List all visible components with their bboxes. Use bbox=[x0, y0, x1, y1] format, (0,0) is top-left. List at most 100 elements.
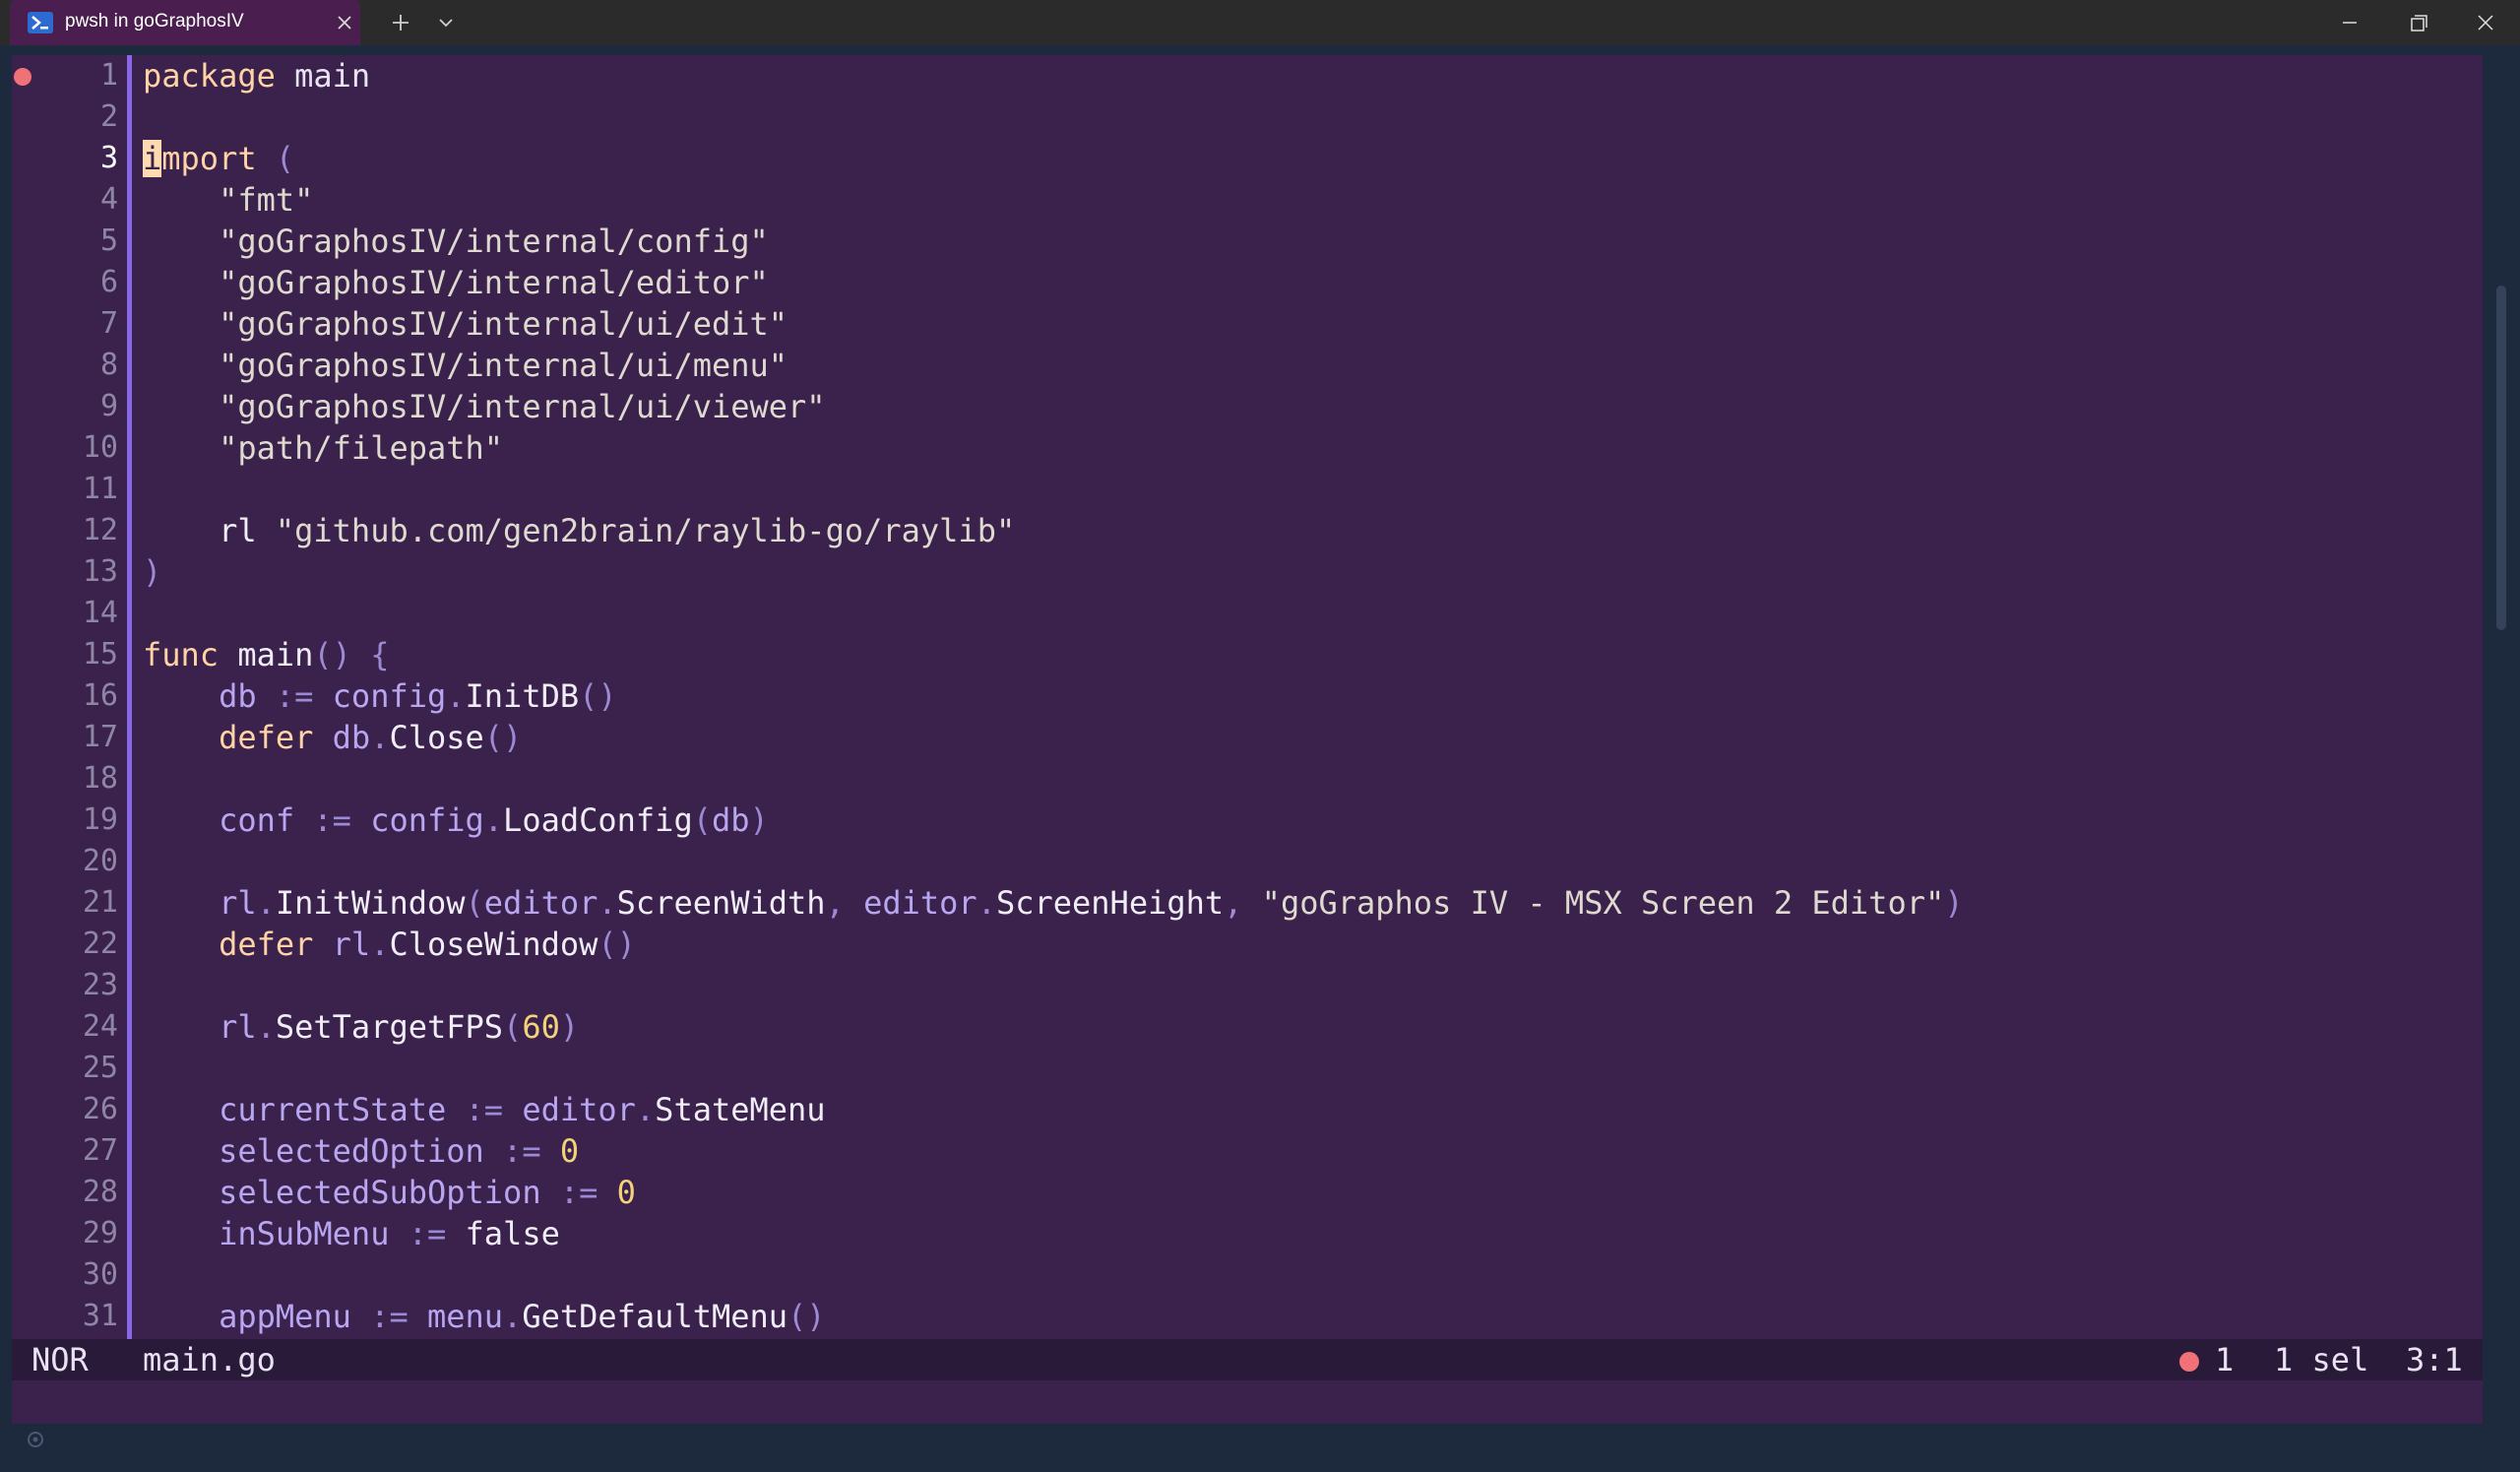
code-token: selectedSubOption bbox=[219, 1174, 541, 1211]
error-dot-icon bbox=[2179, 1352, 2199, 1372]
code-token: () bbox=[598, 926, 636, 963]
terminal-tab[interactable]: pwsh in goGraphosIV bbox=[10, 0, 360, 45]
code-token: db bbox=[219, 677, 257, 715]
code-token: ScreenHeight bbox=[995, 884, 1225, 922]
code-line: "goGraphosIV/internal/ui/edit" bbox=[143, 303, 2483, 345]
code-line: "goGraphosIV/internal/ui/viewer" bbox=[143, 386, 2483, 427]
terminal-pane[interactable]: 1 2 3 4 5 6 7 8 9 10 11 12 13 14 15 16 17 18 19 20 21 22 23 24 2… bbox=[12, 55, 2483, 1424]
code-token: func bbox=[143, 636, 220, 673]
code-token: SetTargetFPS bbox=[275, 1008, 504, 1046]
code-token: , bbox=[1224, 884, 1262, 922]
minimize-icon[interactable] bbox=[2315, 0, 2384, 45]
code-token: ( bbox=[692, 801, 712, 839]
line-number: 12 bbox=[82, 513, 118, 547]
line-number: 10 bbox=[82, 430, 118, 465]
code-token: LoadConfig bbox=[503, 801, 693, 839]
command-line[interactable] bbox=[12, 1380, 2483, 1424]
chevron-down-icon[interactable] bbox=[433, 10, 459, 35]
code-token: := bbox=[446, 1091, 523, 1128]
code-token: ) bbox=[749, 801, 769, 839]
code-token: 0 bbox=[559, 1132, 580, 1170]
code-token: config bbox=[332, 677, 447, 715]
code-token: ) bbox=[559, 1008, 580, 1046]
code-token: := bbox=[350, 1298, 427, 1335]
code-token: . bbox=[635, 1091, 656, 1128]
code-token: := bbox=[483, 1132, 560, 1170]
code-token: rl bbox=[219, 884, 257, 922]
code-token: false bbox=[465, 1215, 560, 1252]
close-tab-icon[interactable] bbox=[335, 13, 354, 32]
code-token: "goGraphosIV/internal/ui/viewer" bbox=[219, 388, 826, 425]
line-number: 4 bbox=[99, 182, 118, 217]
code-line: func main() { bbox=[143, 634, 2483, 675]
line-number: 13 bbox=[82, 554, 118, 589]
code-token: Close bbox=[389, 719, 484, 756]
code-token: defer bbox=[219, 926, 314, 963]
code-line: rl.SetTargetFPS(60) bbox=[143, 1006, 2483, 1048]
diagnostic-error-marker bbox=[14, 68, 32, 86]
code-line: "goGraphosIV/internal/editor" bbox=[143, 262, 2483, 303]
code-token: "goGraphosIV/internal/editor" bbox=[219, 264, 769, 301]
line-number: 31 bbox=[82, 1299, 118, 1333]
code-token: . bbox=[370, 719, 390, 756]
gutter-separator bbox=[127, 55, 132, 1339]
code-token: editor bbox=[522, 1091, 636, 1128]
restore-icon[interactable] bbox=[2384, 0, 2453, 45]
code-token: selectedOption bbox=[219, 1132, 484, 1170]
code-token: appMenu bbox=[219, 1298, 351, 1335]
code-line: defer rl.CloseWindow() bbox=[143, 924, 2483, 965]
code-token: "github.com/gen2brain/raylib-go/raylib" bbox=[275, 512, 1016, 549]
close-window-icon[interactable] bbox=[2451, 0, 2520, 45]
code-token: . bbox=[446, 677, 466, 715]
code-token: "path/filepath" bbox=[219, 429, 504, 467]
code-token: ( bbox=[275, 140, 295, 177]
code-token: StateMenu bbox=[655, 1091, 826, 1128]
code-token: . bbox=[503, 1298, 523, 1335]
selection-count: 1 sel bbox=[2274, 1341, 2369, 1378]
code-line: "path/filepath" bbox=[143, 427, 2483, 469]
code-token: currentState bbox=[219, 1091, 447, 1128]
code-token: ) bbox=[143, 553, 162, 591]
code-token: InitDB bbox=[465, 677, 580, 715]
gear-icon[interactable] bbox=[24, 1428, 47, 1451]
code-token: . bbox=[976, 884, 996, 922]
new-tab-icon[interactable] bbox=[388, 10, 413, 35]
line-number: 21 bbox=[82, 885, 118, 920]
line-number: 14 bbox=[82, 596, 118, 630]
code-line: defer db.Close() bbox=[143, 717, 2483, 758]
code-area[interactable]: package main import ( "fmt" "goGraphosIV/… bbox=[143, 55, 2483, 1337]
code-token: := bbox=[540, 1174, 617, 1211]
code-line: db := config.InitDB() bbox=[143, 675, 2483, 717]
tab-title: pwsh in goGraphosIV bbox=[65, 11, 244, 32]
code-token: db bbox=[711, 801, 750, 839]
line-number: 28 bbox=[82, 1175, 118, 1209]
code-token: config bbox=[370, 801, 484, 839]
scrollbar[interactable] bbox=[2496, 286, 2506, 630]
code-token: menu bbox=[426, 1298, 504, 1335]
code-token: 0 bbox=[616, 1174, 636, 1211]
cursor-position: 3:1 bbox=[2406, 1341, 2463, 1378]
line-number: 16 bbox=[82, 678, 118, 713]
line-number: 2 bbox=[99, 99, 118, 134]
code-token: db bbox=[332, 719, 371, 756]
line-number: 15 bbox=[82, 637, 118, 672]
code-token: GetDefaultMenu bbox=[522, 1298, 788, 1335]
code-token: defer bbox=[219, 719, 314, 756]
line-number: 3 bbox=[99, 141, 118, 175]
code-token: main bbox=[275, 57, 371, 95]
